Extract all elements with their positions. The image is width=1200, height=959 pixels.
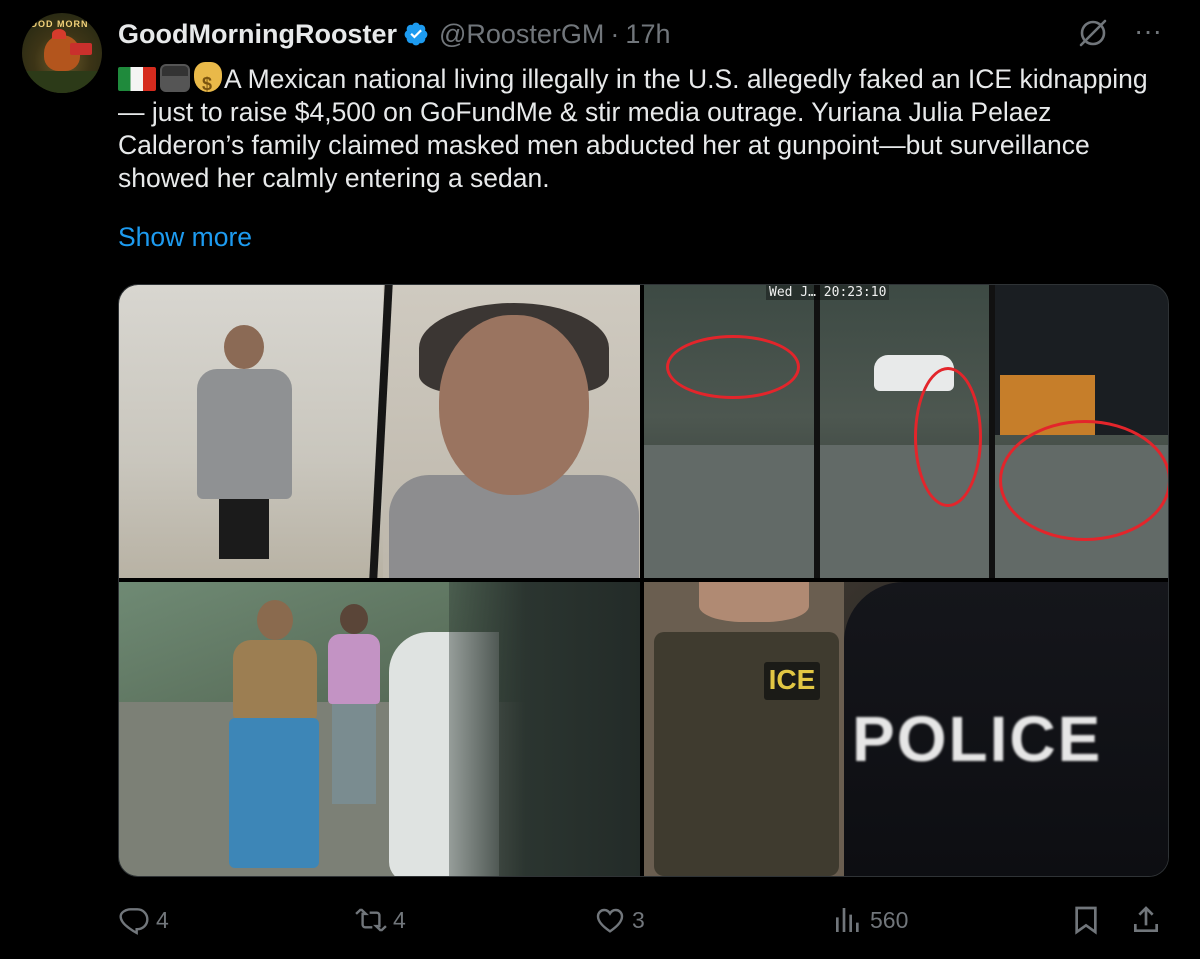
post-timestamp[interactable]: 17h: [625, 19, 670, 50]
reply-icon: [119, 908, 149, 935]
reply-button[interactable]: 4: [118, 898, 169, 942]
verified-badge-icon: [404, 22, 428, 46]
media-grid: Wed J… 20:23:10 ICE POLICE: [118, 284, 1169, 877]
officer-head: [699, 582, 809, 622]
post-text-block: A Mexican national living illegally in t…: [118, 62, 1178, 195]
heart-icon: [596, 908, 624, 933]
woman-pink-shirt-figure: [324, 604, 384, 804]
author-handle[interactable]: @RoosterGM: [439, 19, 604, 50]
post-actions-bar: 4 4 3 560: [0, 898, 1200, 942]
views-bar-chart-icon: [836, 908, 859, 932]
figure-shirt: [328, 634, 380, 704]
figure-shirt: [233, 640, 317, 720]
media-image-ice-officers[interactable]: ICE POLICE: [644, 582, 1168, 876]
show-more-link[interactable]: Show more: [118, 222, 252, 253]
photo-tear-right: [989, 285, 995, 578]
bookmark-icon: [1075, 906, 1097, 935]
mexico-flag-icon: [118, 67, 156, 91]
mugshot-face: [439, 315, 589, 495]
figure-shirt: [197, 369, 292, 499]
repost-button[interactable]: 4: [355, 898, 406, 942]
police-patch-text: POLICE: [852, 703, 1103, 775]
views-button[interactable]: 560: [832, 898, 908, 942]
highlight-ring-3: [999, 420, 1168, 541]
ice-patch-text: ICE: [768, 664, 816, 695]
figure-legs: [219, 499, 269, 559]
highlight-ring-2: [914, 367, 982, 507]
more-options-icon[interactable]: ···: [1130, 14, 1166, 50]
avatar-badge: [70, 43, 92, 55]
share-button[interactable]: [1130, 898, 1168, 942]
figure-pants: [332, 704, 376, 804]
media-image-parking-lot[interactable]: [119, 582, 640, 876]
figure-head: [340, 604, 368, 634]
author-name[interactable]: GoodMorningRooster: [118, 19, 397, 50]
money-bag-icon: [194, 62, 222, 101]
share-icon: [1134, 906, 1158, 932]
highlight-ring-1: [666, 335, 800, 399]
woman-blue-pants-figure: [219, 600, 329, 870]
ice-patch: ICE: [764, 662, 820, 700]
detective-icon: [160, 64, 190, 92]
post-text: A Mexican national living illegally in t…: [118, 64, 1148, 193]
figure-head: [257, 600, 293, 640]
standing-woman-figure: [189, 325, 299, 565]
bookmark-button[interactable]: [1070, 898, 1108, 942]
rooster-comb: [52, 29, 66, 39]
like-button[interactable]: 3: [594, 898, 645, 942]
surveillance-timestamp: Wed J… 20:23:10: [766, 285, 890, 300]
media-image-booking-photos[interactable]: [119, 285, 640, 578]
author-avatar[interactable]: OOD MORN: [22, 13, 102, 93]
media-image-surveillance[interactable]: Wed J… 20:23:10: [644, 285, 1168, 578]
repost-count: 4: [393, 906, 406, 933]
repost-icon: [355, 908, 387, 932]
avatar-label: OOD MORN: [30, 19, 89, 29]
avatar-ground: [22, 71, 102, 93]
photo-tear-left: [814, 285, 820, 578]
blurred-foreground: [449, 582, 640, 876]
reply-count: 4: [156, 906, 169, 933]
figure-pants: [229, 718, 319, 868]
header-separator: ·: [610, 18, 620, 49]
view-count: 560: [870, 906, 909, 933]
post-header: GoodMorningRooster @RoosterGM · 17h: [118, 16, 670, 52]
grok-icon[interactable]: [1076, 16, 1110, 50]
figure-head: [224, 325, 264, 369]
like-count: 3: [632, 906, 645, 933]
